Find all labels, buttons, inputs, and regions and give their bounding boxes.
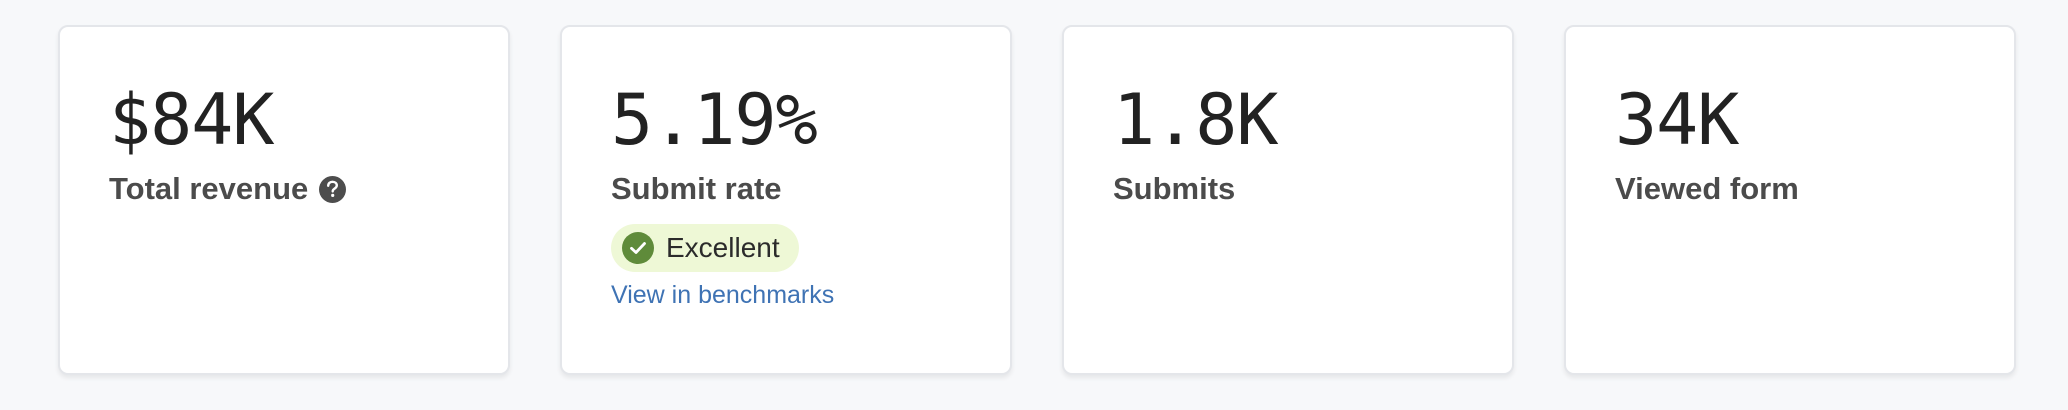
- metric-label: Submits: [1113, 171, 1236, 206]
- metric-label: Submit rate: [611, 171, 782, 206]
- metric-value: 34K: [1615, 79, 1739, 161]
- metric-label-row: Submit rate: [611, 169, 1010, 209]
- metric-value: 5.19%: [611, 79, 818, 161]
- metric-card-viewed-form: 34K Viewed form: [1564, 25, 2016, 375]
- view-benchmarks-link[interactable]: View in benchmarks: [611, 281, 1010, 310]
- metric-label: Viewed form: [1615, 171, 1799, 206]
- metric-card-submit-rate: 5.19% Submit rate Excellent View in benc…: [560, 25, 1012, 375]
- metric-label-row: Submits: [1113, 169, 1512, 209]
- metric-value: $84K: [109, 79, 275, 161]
- metric-label-row: Total revenue: [109, 169, 508, 209]
- metric-value: 1.8K: [1113, 79, 1279, 161]
- metric-card-total-revenue: $84K Total revenue: [58, 25, 510, 375]
- metrics-row: $84K Total revenue 5.19% Submit rate Exc…: [58, 25, 2016, 375]
- check-circle-icon: [622, 232, 654, 264]
- metric-label: Total revenue: [109, 171, 309, 206]
- metric-card-submits: 1.8K Submits: [1062, 25, 1514, 375]
- question-icon[interactable]: [319, 175, 347, 203]
- status-badge: Excellent: [611, 224, 799, 272]
- status-badge-label: Excellent: [666, 232, 780, 263]
- metric-label-row: Viewed form: [1615, 169, 2014, 209]
